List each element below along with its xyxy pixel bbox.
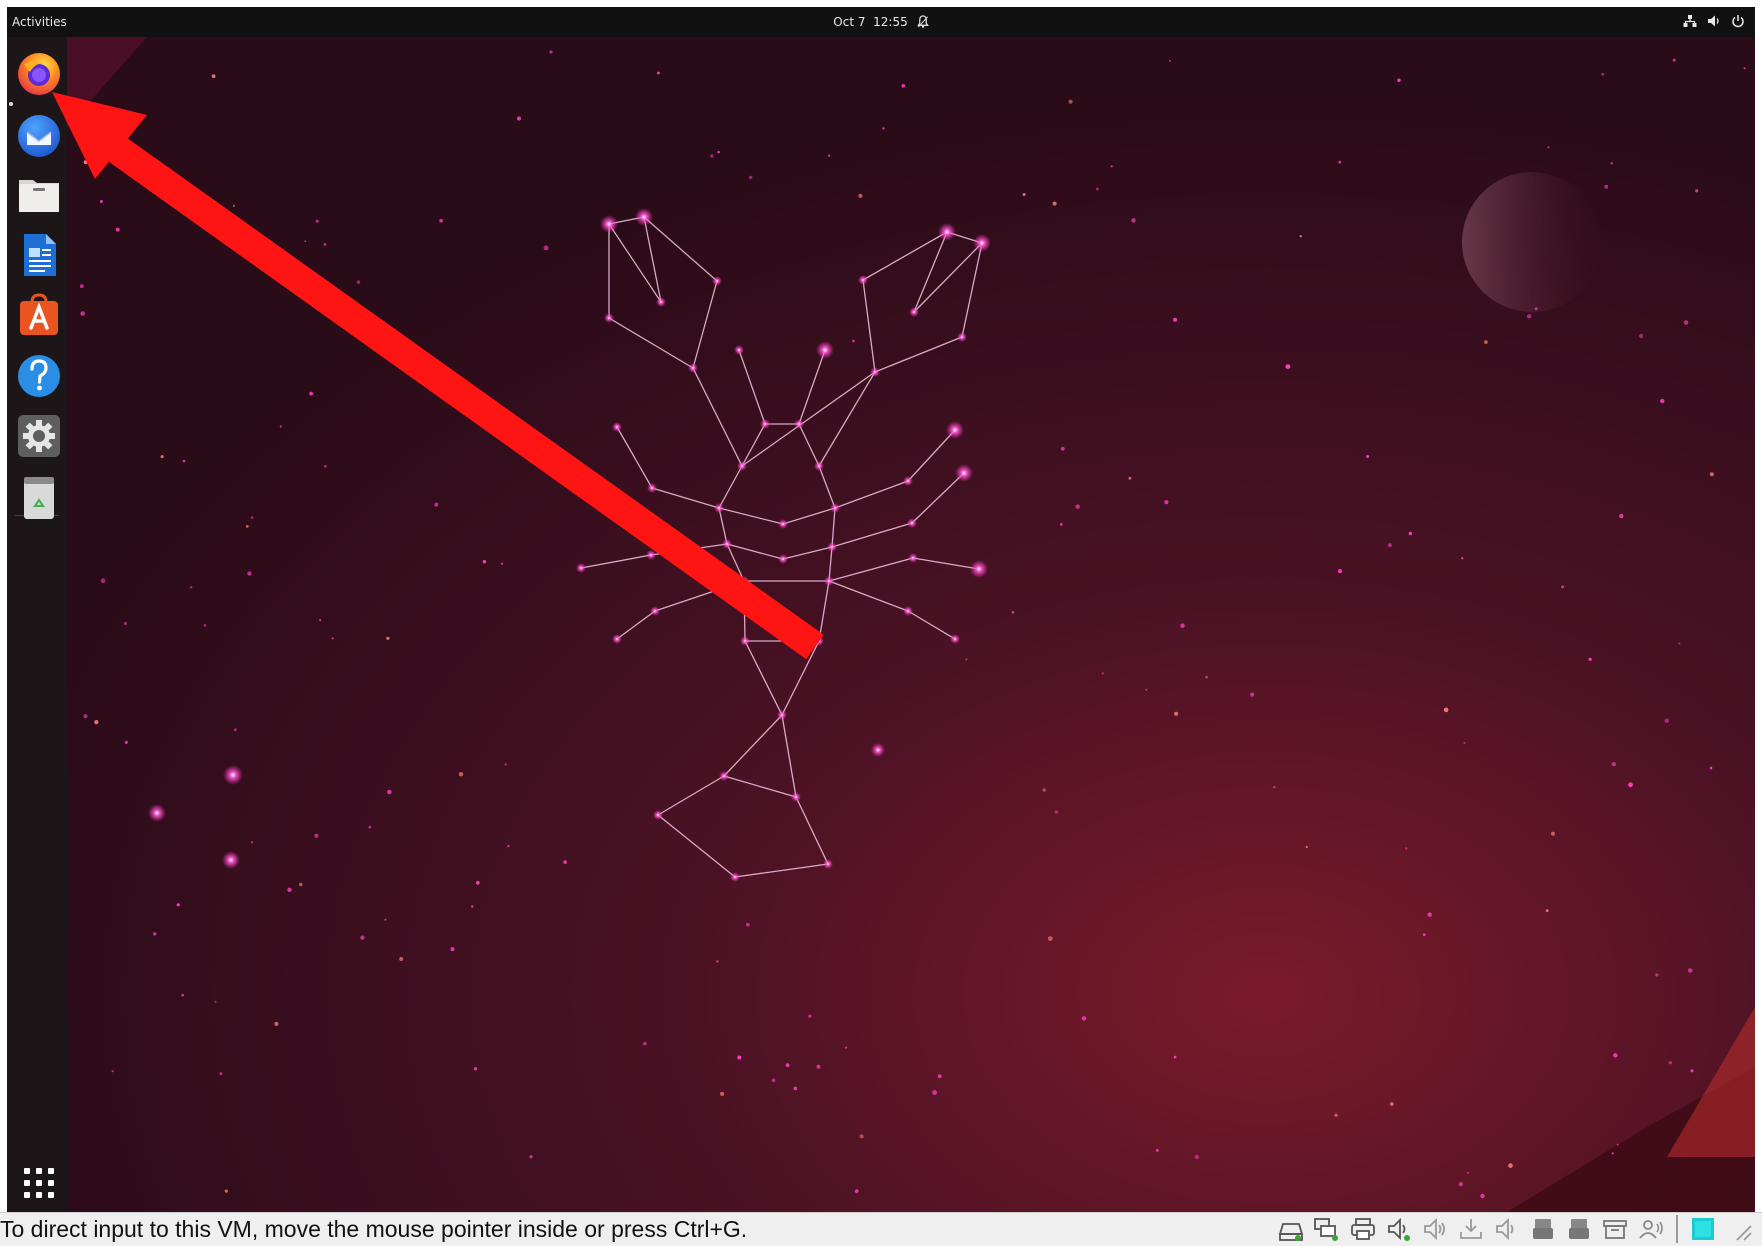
volume-icon [1708, 15, 1719, 27]
usb-2-icon[interactable] [1564, 1215, 1594, 1243]
dock [7, 37, 67, 1212]
dock-item-thunderbird[interactable] [13, 109, 65, 161]
vm-statusbar: To direct input to this VM, move the mou… [0, 1212, 1762, 1246]
vm-device-icons [1276, 1215, 1754, 1243]
statusbar-separator [1676, 1215, 1678, 1243]
app-grid-icon [24, 1168, 54, 1198]
dock-item-firefox[interactable] [13, 47, 65, 99]
audio-icon[interactable] [1384, 1215, 1414, 1243]
clock[interactable]: Oct 7 12:55 [833, 15, 929, 29]
writer-icon [24, 234, 56, 276]
show-apps-button[interactable] [13, 1155, 65, 1207]
help-icon [18, 355, 60, 397]
firefox-icon [18, 53, 60, 95]
trash-icon [24, 477, 54, 519]
top-bar: Activities Oct 7 12:55 [7, 7, 1755, 37]
optical-drive-icon[interactable] [1312, 1215, 1342, 1243]
system-tray[interactable] [1683, 14, 1745, 28]
activities-button[interactable]: Activities [12, 15, 67, 29]
dock-item-files[interactable] [13, 169, 65, 221]
gear-icon [18, 415, 60, 457]
dock-item-trash[interactable] [13, 471, 65, 523]
vm-input-hint: To direct input to this VM, move the mou… [0, 1216, 748, 1242]
download-icon[interactable] [1456, 1215, 1486, 1243]
power-icon [1732, 15, 1744, 28]
hard-disk-icon[interactable] [1276, 1215, 1306, 1243]
usb-icon[interactable] [1528, 1215, 1558, 1243]
thunderbird-icon [18, 115, 60, 157]
display-icon[interactable] [1688, 1215, 1718, 1243]
network-icon [1683, 15, 1697, 27]
bell-icon [916, 15, 929, 28]
files-icon [19, 180, 59, 212]
shared-folder-icon[interactable] [1600, 1215, 1630, 1243]
audio-output-icon[interactable] [1420, 1215, 1450, 1243]
desktop-wallpaper [7, 7, 1755, 1212]
clock-date: Oct 7 [833, 15, 866, 29]
clock-time: 12:55 [873, 15, 908, 29]
audio-input-icon[interactable] [1492, 1215, 1522, 1243]
user-sharing-icon[interactable] [1636, 1215, 1666, 1243]
vm-display[interactable]: Activities Oct 7 12:55 [7, 7, 1755, 1212]
resize-grip-icon[interactable] [1724, 1215, 1754, 1243]
app-store-icon [20, 293, 58, 335]
dock-item-app-center[interactable] [13, 289, 65, 341]
dock-item-help[interactable] [13, 349, 65, 401]
running-indicator [9, 102, 13, 106]
printer-icon[interactable] [1348, 1215, 1378, 1243]
dock-item-settings[interactable] [13, 409, 65, 461]
dock-item-writer[interactable] [13, 229, 65, 281]
